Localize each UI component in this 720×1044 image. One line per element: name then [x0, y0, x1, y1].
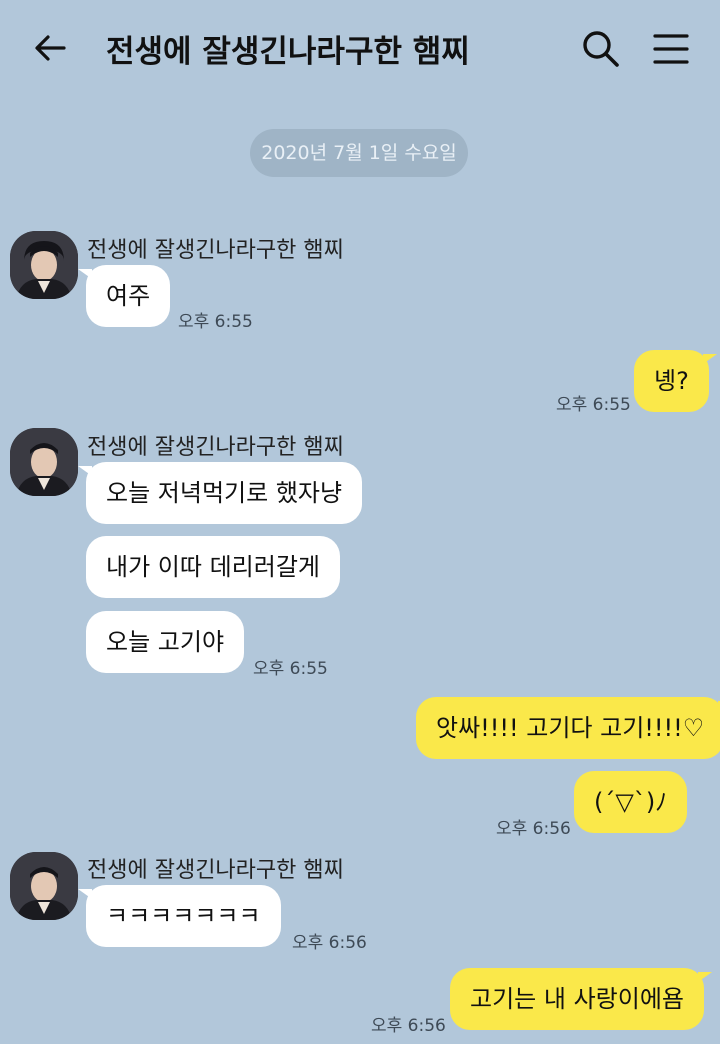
profile-photo-icon	[10, 231, 78, 299]
hamburger-menu-icon	[653, 34, 689, 64]
message-bubble-incoming[interactable]: 오늘 저녁먹기로 했자냥	[77, 462, 363, 524]
arrow-left-icon	[35, 35, 66, 61]
sender-name: 전생에 잘생긴나라구한 햄찌	[87, 435, 344, 460]
profile-photo-icon	[10, 428, 78, 496]
message-time: 오후 6:56	[371, 1016, 446, 1036]
message-bubble-incoming[interactable]: 내가 이따 데리러갈게	[86, 536, 340, 598]
message-time: 오후 6:55	[178, 312, 253, 332]
sender-name: 전생에 잘생긴나라구한 햄찌	[87, 238, 344, 263]
message-time: 오후 6:56	[496, 819, 571, 839]
back-button[interactable]	[30, 28, 70, 68]
search-icon	[583, 31, 619, 67]
profile-photo-icon	[10, 852, 78, 920]
chat-title: 전생에 잘생긴나라구한 햄찌	[106, 34, 470, 70]
avatar[interactable]	[10, 231, 78, 299]
date-divider: 2020년 7월 1일 수요일	[250, 129, 468, 177]
message-bubble-outgoing[interactable]: (´▽`)ﾉ	[574, 771, 688, 833]
message-bubble-outgoing[interactable]: 앗싸!!!! 고기다 고기!!!!♡	[416, 697, 720, 759]
message-bubble-incoming[interactable]: 여주	[77, 265, 171, 327]
message-bubble-incoming[interactable]: ㅋㅋㅋㅋㅋㅋㅋ	[78, 885, 281, 947]
message-time: 오후 6:55	[253, 659, 328, 679]
message-time: 오후 6:56	[292, 933, 367, 953]
message-time: 오후 6:55	[556, 395, 631, 415]
message-bubble-outgoing[interactable]: 고기는 내 사랑이에욤	[450, 968, 712, 1030]
chat-header: 전생에 잘생긴나라구한 햄찌	[0, 0, 720, 100]
search-button[interactable]	[580, 28, 622, 70]
avatar[interactable]	[10, 852, 78, 920]
message-bubble-incoming[interactable]: 오늘 고기야	[86, 611, 245, 673]
avatar[interactable]	[10, 428, 78, 496]
menu-button[interactable]	[650, 30, 692, 70]
sender-name: 전생에 잘생긴나라구한 햄찌	[87, 858, 344, 883]
message-bubble-outgoing[interactable]: 녱?	[634, 350, 717, 412]
